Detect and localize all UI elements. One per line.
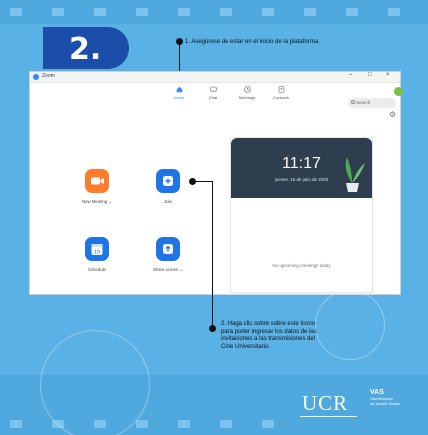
join-label: Join [164, 199, 172, 204]
calendar-day-text: 19 [94, 250, 100, 256]
window-titlebar: Zoom – □ × [30, 72, 400, 83]
film-perforation [136, 420, 148, 428]
video-camera-icon [91, 177, 104, 185]
calendar-icon: 19 [91, 244, 103, 256]
film-perforation [10, 8, 22, 16]
film-perforation [94, 8, 106, 16]
tab-contacts[interactable]: Contacts [268, 86, 294, 100]
vas-subtitle-line: de Acción Social [370, 401, 400, 406]
film-perforation [304, 8, 316, 16]
vas-title: VAS [370, 389, 384, 396]
callout-2-text: 2. Haga clic sobre sobre este ícono para… [221, 321, 371, 351]
home-icon [176, 86, 182, 93]
callout-2-marker [209, 325, 216, 332]
tab-chat[interactable]: Chat [200, 86, 226, 100]
avatar[interactable] [394, 87, 403, 96]
callout-2-line: invitaciones a las transmisiones del [221, 336, 316, 342]
callout-2-start-marker [189, 178, 196, 185]
search-placeholder: Search [356, 100, 371, 105]
film-perforation [178, 8, 190, 16]
search-icon [351, 100, 355, 104]
film-perforation [346, 8, 358, 16]
plant-icon [345, 157, 365, 192]
film-perforation [178, 420, 190, 428]
film-perforation [220, 420, 232, 428]
search-input[interactable]: Search [348, 98, 396, 108]
step-badge: 2. [43, 27, 129, 69]
ucr-underline [300, 416, 357, 417]
clock-card: 11:17 jueves, 16 de julio de 2020 [231, 138, 372, 198]
callout-2-line: para poder ingresar los datos de las [221, 328, 317, 335]
tab-meetings[interactable]: Meetings [234, 86, 260, 100]
schedule-action[interactable]: 19 Schedule [77, 237, 117, 272]
share-screen-label: Share screen ⌄ [152, 267, 184, 272]
tab-contacts-label: Contacts [273, 95, 289, 100]
step-number: 2. [69, 32, 102, 67]
share-screen-action[interactable]: Share screen ⌄ [148, 237, 188, 273]
chat-icon [209, 86, 217, 92]
film-perforation [262, 8, 274, 16]
tab-home-label: Home [173, 95, 185, 100]
share-screen-button[interactable] [156, 237, 180, 261]
tutorial-slide: 2. 1. Asegúrese de estar en el inicio de… [0, 0, 428, 435]
ucr-logo: UCR [302, 391, 349, 415]
clock-icon [243, 86, 251, 93]
film-perforation [262, 420, 274, 428]
callout-2-line: 2. Haga clic sobre sobre este ícono [221, 321, 316, 327]
minimize-button[interactable]: – [349, 72, 352, 78]
new-meeting-label: New Meeting ⌄ [82, 199, 112, 204]
close-button[interactable]: × [386, 72, 390, 78]
film-reel-decoration [40, 330, 150, 435]
join-button[interactable] [156, 169, 180, 193]
top-nav: Home Chat Meetings Contacts Search [30, 83, 400, 108]
zoom-logo-icon [33, 74, 39, 80]
vas-logo: VAS Vicerrectoría de Acción Social [370, 389, 399, 406]
callout-1-text: 1. Asegúrese de estar en el inicio de la… [185, 39, 320, 45]
upcoming-panel: 11:17 jueves, 16 de julio de 2020 No upc… [230, 137, 373, 293]
film-strip-top [0, 0, 428, 24]
callout-2-line-v [212, 181, 213, 328]
film-perforation [52, 8, 64, 16]
window-title: Zoom [42, 73, 55, 79]
tab-chat-label: Chat [208, 95, 218, 100]
gear-icon[interactable]: ⚙ [389, 110, 396, 119]
film-perforation [220, 8, 232, 16]
film-perforation [10, 420, 22, 428]
join-action[interactable]: Join [148, 169, 188, 204]
film-perforation [388, 8, 400, 16]
plus-icon [163, 176, 173, 186]
share-screen-icon [163, 244, 173, 254]
tab-meetings-label: Meetings [238, 95, 256, 100]
tab-home[interactable]: Home [166, 86, 192, 100]
contacts-icon [278, 86, 284, 93]
maximize-button[interactable]: □ [368, 72, 372, 78]
new-meeting-action[interactable]: New Meeting ⌄ [77, 169, 117, 205]
callout-2-line: Cine Universitario. [221, 343, 271, 350]
no-meetings-text: No upcoming meetings today [272, 263, 331, 268]
new-meeting-button[interactable] [85, 169, 109, 193]
schedule-label: Schedule [88, 267, 106, 272]
schedule-button[interactable]: 19 [85, 237, 109, 261]
film-perforation [136, 8, 148, 16]
